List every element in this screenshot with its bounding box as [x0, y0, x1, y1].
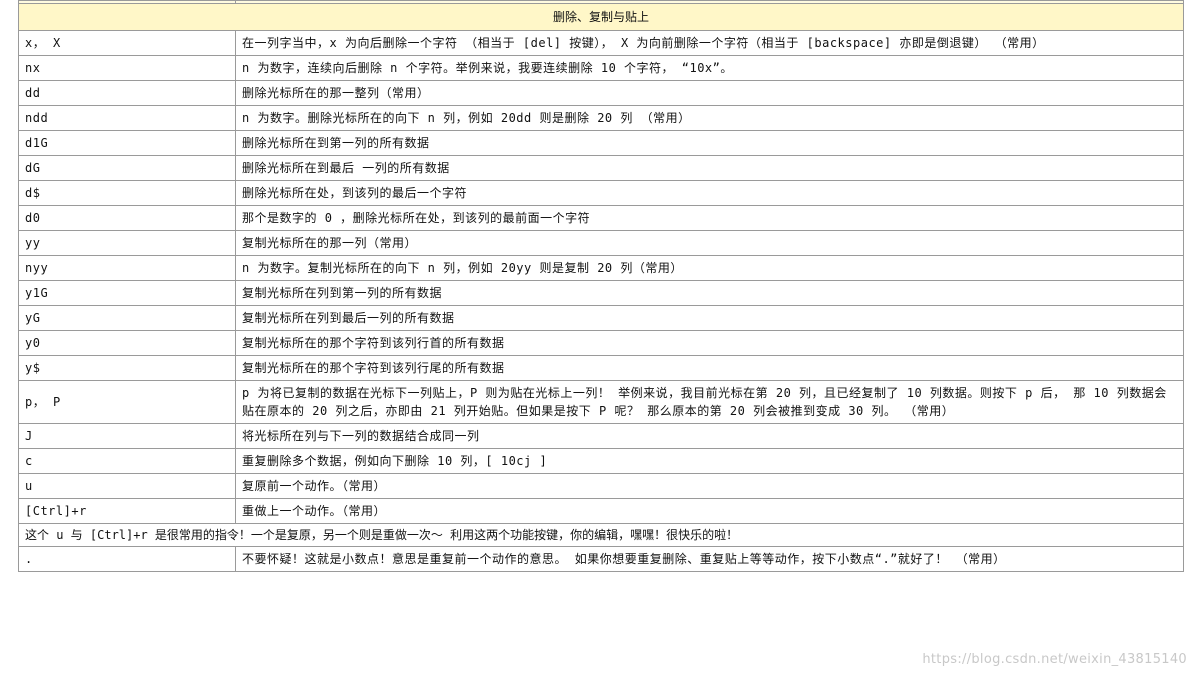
command-key: dG — [18, 155, 236, 181]
command-description: 复制光标所在列到最后一列的所有数据 — [235, 305, 1184, 331]
command-table-body: 删除、复制与贴上 x， X 在一列字当中，x 为向后删除一个字符 （相当于 [de… — [18, 0, 1184, 572]
command-key: nx — [18, 55, 236, 81]
command-row: y$ 复制光标所在的那个字符到该列行尾的所有数据 — [18, 355, 1184, 381]
command-row: dG 删除光标所在到最后 一列的所有数据 — [18, 155, 1184, 181]
command-key: c — [18, 448, 236, 474]
command-row: y0 复制光标所在的那个字符到该列行首的所有数据 — [18, 330, 1184, 356]
note-row: 这个 u 与 [Ctrl]+r 是很常用的指令！一个是复原，另一个则是重做一次～… — [18, 523, 1184, 547]
command-description: 将光标所在列与下一列的数据结合成同一列 — [235, 423, 1184, 449]
command-key: J — [18, 423, 236, 449]
command-row: y1G 复制光标所在列到第一列的所有数据 — [18, 280, 1184, 306]
section-title: 删除、复制与贴上 — [18, 3, 1184, 31]
command-row: d$ 删除光标所在处，到该列的最后一个字符 — [18, 180, 1184, 206]
command-key: d$ — [18, 180, 236, 206]
command-key: d0 — [18, 205, 236, 231]
command-key: yy — [18, 230, 236, 256]
command-key: dd — [18, 80, 236, 106]
command-key: ndd — [18, 105, 236, 131]
command-table: 删除、复制与贴上 x， X 在一列字当中，x 为向后删除一个字符 （相当于 [de… — [18, 0, 1184, 572]
command-description: p 为将已复制的数据在光标下一列贴上，P 则为贴在光标上一列！ 举例来说，我目前… — [235, 380, 1184, 424]
command-key: y0 — [18, 330, 236, 356]
command-description: 删除光标所在的那一整列（常用） — [235, 80, 1184, 106]
command-row: yG 复制光标所在列到最后一列的所有数据 — [18, 305, 1184, 331]
command-description: 复制光标所在列到第一列的所有数据 — [235, 280, 1184, 306]
command-row: p， Pp 为将已复制的数据在光标下一列贴上，P 则为贴在光标上一列！ 举例来说… — [18, 380, 1184, 424]
command-key: d1G — [18, 130, 236, 156]
command-description: 复制光标所在的那个字符到该列行尾的所有数据 — [235, 355, 1184, 381]
note-text: 这个 u 与 [Ctrl]+r 是很常用的指令！一个是复原，另一个则是重做一次～… — [18, 523, 1184, 547]
command-row-dot: . 不要怀疑！这就是小数点！意思是重复前一个动作的意思。 如果你想要重复删除、重复… — [18, 546, 1184, 572]
command-description: 删除光标所在到最后 一列的所有数据 — [235, 155, 1184, 181]
command-description: 重做上一个动作。（常用） — [235, 498, 1184, 524]
command-key: x， X — [18, 30, 236, 56]
command-row: x， X 在一列字当中，x 为向后删除一个字符 （相当于 [del] 按键）， X… — [18, 30, 1184, 56]
command-row: ndd n 为数字。删除光标所在的向下 n 列，例如 20dd 则是删除 20 列… — [18, 105, 1184, 131]
command-description: n 为数字。复制光标所在的向下 n 列，例如 20yy 则是复制 20 列（常用… — [235, 255, 1184, 281]
command-description: 重复删除多个数据，例如向下删除 10 列，[ 10cj ] — [235, 448, 1184, 474]
command-key: [Ctrl]+r — [18, 498, 236, 524]
section-header-row: 删除、复制与贴上 — [18, 3, 1184, 31]
command-description: 复原前一个动作。（常用） — [235, 473, 1184, 499]
command-key: p， P — [18, 380, 236, 424]
vim-commands-sheet: 删除、复制与贴上 x， X 在一列字当中，x 为向后删除一个字符 （相当于 [de… — [18, 0, 1184, 572]
command-key: y$ — [18, 355, 236, 381]
command-description: 删除光标所在到第一列的所有数据 — [235, 130, 1184, 156]
command-key: . — [18, 546, 236, 572]
command-description: 删除光标所在处，到该列的最后一个字符 — [235, 180, 1184, 206]
command-description: 在一列字当中，x 为向后删除一个字符 （相当于 [del] 按键）， X 为向前… — [235, 30, 1184, 56]
command-description: 复制光标所在的那个字符到该列行首的所有数据 — [235, 330, 1184, 356]
command-key: u — [18, 473, 236, 499]
command-key: nyy — [18, 255, 236, 281]
command-key: yG — [18, 305, 236, 331]
command-description: n 为数字。删除光标所在的向下 n 列，例如 20dd 则是删除 20 列 （常… — [235, 105, 1184, 131]
command-row: d1G 删除光标所在到第一列的所有数据 — [18, 130, 1184, 156]
command-row: yy 复制光标所在的那一列（常用） — [18, 230, 1184, 256]
command-row: J 将光标所在列与下一列的数据结合成同一列 — [18, 423, 1184, 449]
command-description: n 为数字，连续向后删除 n 个字符。举例来说，我要连续删除 10 个字符， “… — [235, 55, 1184, 81]
command-row: nyy n 为数字。复制光标所在的向下 n 列，例如 20yy 则是复制 20 列… — [18, 255, 1184, 281]
command-row: dd 删除光标所在的那一整列（常用） — [18, 80, 1184, 106]
command-key: y1G — [18, 280, 236, 306]
command-row: u 复原前一个动作。（常用） — [18, 473, 1184, 499]
command-row: d0 那个是数字的 0 ，删除光标所在处，到该列的最前面一个字符 — [18, 205, 1184, 231]
watermark-url: https://blog.csdn.net/weixin_43815140 — [922, 652, 1187, 667]
command-row: nx n 为数字，连续向后删除 n 个字符。举例来说，我要连续删除 10 个字符，… — [18, 55, 1184, 81]
command-description: 不要怀疑！这就是小数点！意思是重复前一个动作的意思。 如果你想要重复删除、重复贴… — [235, 546, 1184, 572]
command-description: 复制光标所在的那一列（常用） — [235, 230, 1184, 256]
command-row: [Ctrl]+r 重做上一个动作。（常用） — [18, 498, 1184, 524]
command-description: 那个是数字的 0 ，删除光标所在处，到该列的最前面一个字符 — [235, 205, 1184, 231]
command-row: c 重复删除多个数据，例如向下删除 10 列，[ 10cj ] — [18, 448, 1184, 474]
